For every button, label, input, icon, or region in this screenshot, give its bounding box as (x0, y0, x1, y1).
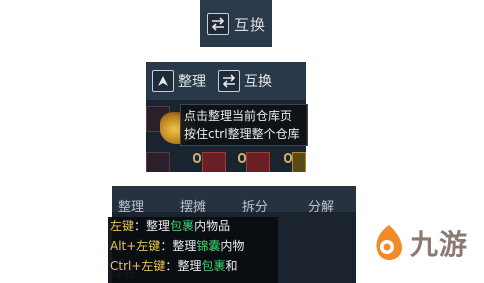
item-slot[interactable] (146, 152, 170, 172)
swap-button-crop: 互换 (200, 0, 272, 47)
hint-key: Ctrl+左键 (110, 259, 166, 273)
tab-stall[interactable]: 摆摊 (180, 196, 206, 215)
item-slot[interactable] (202, 152, 226, 172)
tooltip-line: 按住ctrl整理整个仓库 (184, 127, 300, 141)
jiuyou-logo-icon (376, 225, 402, 260)
hint-sep: ： (134, 219, 147, 233)
swap-arrows-icon (218, 70, 240, 92)
hint-highlight: 包裹 (170, 219, 195, 233)
warehouse-swap-button[interactable]: 互换 (218, 70, 272, 92)
tab-decompose[interactable]: 分解 (308, 196, 334, 215)
chain-lock-icon (284, 153, 292, 163)
swap-button-label: 互换 (234, 15, 267, 34)
hint-text: 整理 (172, 239, 197, 253)
hint-sep: ： (165, 259, 178, 273)
sort-button[interactable]: 整理 (152, 70, 206, 92)
jiuyou-watermark: 九游 (372, 218, 468, 268)
chain-lock-icon (238, 153, 246, 163)
hint-line-click: 左键：整理包裹内物品 (110, 218, 230, 234)
sort-button-label: 整理 (178, 74, 206, 90)
sort-hint-tooltip: 左键：整理包裹内物品 Alt+左键：整理锦囊内物 Ctrl+左键：整理包裹和 (108, 217, 278, 283)
swap-arrows-icon (207, 13, 229, 35)
hint-line-ctrl-click: Ctrl+左键：整理包裹和 (110, 258, 237, 274)
hint-highlight: 锦囊 (196, 239, 221, 253)
bag-toolbar: 整理 摆摊 拆分 分解 (112, 186, 356, 215)
hint-text: 整理 (146, 219, 171, 233)
sort-tooltip: 点击整理当前仓库页 按住ctrl整理整个仓库 (180, 104, 308, 146)
hint-text: 内物品 (194, 219, 231, 233)
hint-highlight: 包裹 (201, 259, 226, 273)
hint-line-alt-click: Alt+左键：整理锦囊内物 (110, 238, 244, 254)
chain-lock-icon (193, 153, 201, 163)
hint-text: 整理 (177, 259, 202, 273)
tab-sort[interactable]: 整理 (118, 196, 144, 215)
tooltip-line: 点击整理当前仓库页 (184, 109, 293, 123)
hint-sep: ： (160, 239, 173, 253)
warehouse-swap-label: 互换 (244, 74, 272, 90)
warehouse-toolbar: 整理 互换 (146, 62, 306, 100)
tab-split[interactable]: 拆分 (242, 196, 268, 215)
swap-button[interactable]: 互换 (207, 12, 266, 36)
item-slot[interactable] (246, 152, 270, 172)
item-slot[interactable] (292, 152, 306, 172)
hint-text: 和 (225, 259, 238, 273)
watermark-text: 九游 (410, 228, 469, 261)
hint-text: 内物 (220, 239, 245, 253)
sort-feather-icon (152, 70, 174, 92)
hint-key: 左键 (110, 219, 135, 233)
hint-key: Alt+左键 (110, 239, 161, 253)
